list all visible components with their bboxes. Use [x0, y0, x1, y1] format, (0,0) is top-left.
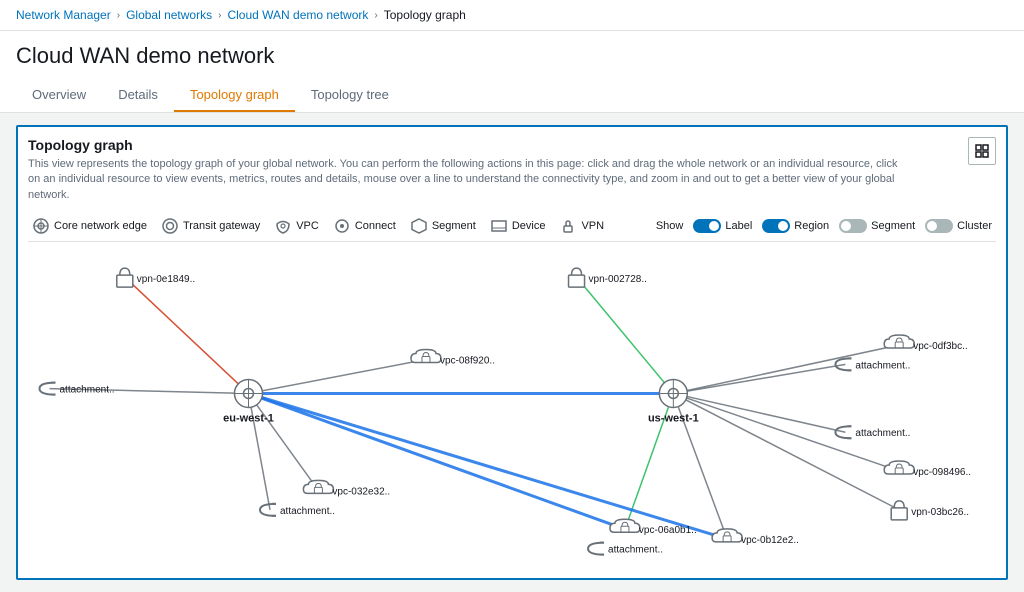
legend-connect-label: Connect — [355, 220, 396, 232]
label-toggle-group: Label — [693, 219, 752, 233]
grid-button[interactable] — [968, 137, 996, 165]
svg-text:vpn-03bc26..: vpn-03bc26.. — [911, 507, 969, 518]
tab-topology-tree[interactable]: Topology tree — [295, 79, 405, 112]
legend-vpn: VPN — [559, 217, 604, 235]
svg-text:attachment..: attachment.. — [60, 385, 115, 396]
segment-toggle-label: Segment — [871, 220, 915, 232]
region-toggle-label: Region — [794, 220, 829, 232]
grid-icon — [975, 144, 989, 158]
legend-device: Device — [490, 217, 546, 235]
segment-toggle[interactable] — [839, 219, 867, 233]
svg-text:attachment..: attachment.. — [855, 428, 910, 439]
tab-topology-graph[interactable]: Topology graph — [174, 79, 295, 112]
breadcrumb-current: Topology graph — [384, 8, 466, 22]
legend-bar: Core network edge Transit gateway VPC — [28, 211, 996, 242]
legend-transit-label: Transit gateway — [183, 220, 260, 232]
legend-segment-label: Segment — [432, 220, 476, 232]
legend-vpc: VPC — [274, 217, 319, 235]
vpc-icon — [274, 217, 292, 235]
svg-text:vpc-032e32..: vpc-032e32.. — [332, 487, 390, 498]
topology-panel: Topology graph This view represents the … — [16, 125, 1008, 580]
breadcrumb-sep-2: › — [218, 10, 221, 21]
region-toggle[interactable] — [762, 219, 790, 233]
svg-text:vpc-06a0b1..: vpc-06a0b1.. — [639, 525, 697, 536]
label-toggle-label: Label — [725, 220, 752, 232]
svg-text:vpc-0b12e2..: vpc-0b12e2.. — [741, 535, 799, 546]
svg-text:vpc-08f920..: vpc-08f920.. — [440, 356, 495, 367]
svg-text:eu-west-1: eu-west-1 — [223, 413, 274, 425]
svg-text:us-west-1: us-west-1 — [648, 413, 699, 425]
tab-bar: Overview Details Topology graph Topology… — [16, 79, 1008, 112]
svg-text:attachment..: attachment.. — [280, 506, 335, 517]
page-title: Cloud WAN demo network — [16, 43, 1008, 69]
vpn-icon — [559, 217, 577, 235]
legend-connect: Connect — [333, 217, 396, 235]
show-bar: Show Label Region Segment Cluster — [656, 219, 992, 233]
segment-icon — [410, 217, 428, 235]
connect-icon — [333, 217, 351, 235]
svg-text:attachment..: attachment.. — [608, 545, 663, 556]
panel-description: This view represents the topology graph … — [28, 157, 899, 203]
legend-segment: Segment — [410, 217, 476, 235]
legend-vpc-label: VPC — [296, 220, 319, 232]
legend-vpn-label: VPN — [581, 220, 604, 232]
svg-text:vpn-0e1849..: vpn-0e1849.. — [137, 274, 195, 285]
segment-toggle-group: Segment — [839, 219, 915, 233]
svg-text:vpc-0df3bc..: vpc-0df3bc.. — [913, 341, 967, 352]
legend-device-label: Device — [512, 220, 546, 232]
tab-overview[interactable]: Overview — [16, 79, 102, 112]
svg-text:attachment..: attachment.. — [855, 361, 910, 372]
breadcrumb-cloud-wan[interactable]: Cloud WAN demo network — [227, 8, 368, 22]
svg-text:vpn-002728..: vpn-002728.. — [589, 274, 647, 285]
legend-transit-gateway: Transit gateway — [161, 217, 260, 235]
breadcrumb-sep-1: › — [117, 10, 120, 21]
topology-canvas[interactable]: eu-west-1 us-west-1 vpn-0e1849.. vpn-002728… — [28, 248, 996, 568]
cluster-toggle-label: Cluster — [957, 220, 992, 232]
transit-gateway-icon — [161, 217, 179, 235]
breadcrumb-network-manager[interactable]: Network Manager — [16, 8, 111, 22]
core-network-edge-icon — [32, 217, 50, 235]
cluster-toggle-group: Cluster — [925, 219, 992, 233]
label-toggle[interactable] — [693, 219, 721, 233]
legend-core-network-edge: Core network edge — [32, 217, 147, 235]
legend-core-label: Core network edge — [54, 220, 147, 232]
svg-text:vpc-098496..: vpc-098496.. — [913, 467, 971, 478]
page-header: Cloud WAN demo network Overview Details … — [0, 31, 1024, 113]
device-icon — [490, 217, 508, 235]
breadcrumb-sep-3: › — [374, 10, 377, 21]
topology-svg: eu-west-1 us-west-1 vpn-0e1849.. vpn-002728… — [28, 248, 996, 568]
breadcrumb: Network Manager › Global networks › Clou… — [0, 0, 1024, 31]
show-label: Show — [656, 220, 684, 232]
cluster-toggle[interactable] — [925, 219, 953, 233]
tab-details[interactable]: Details — [102, 79, 174, 112]
breadcrumb-global-networks[interactable]: Global networks — [126, 8, 212, 22]
main-content: Topology graph This view represents the … — [0, 113, 1024, 592]
region-toggle-group: Region — [762, 219, 829, 233]
panel-title: Topology graph — [28, 137, 996, 153]
